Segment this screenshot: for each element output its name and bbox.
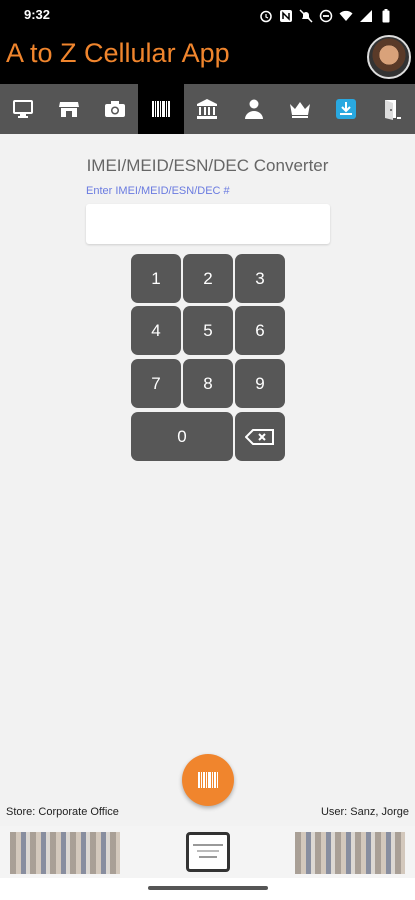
mute-icon (299, 8, 313, 23)
camera-icon (105, 101, 126, 117)
status-bar: 9:32 (0, 0, 415, 32)
key-6[interactable]: 6 (235, 306, 285, 355)
battery-icon (379, 8, 393, 23)
tab-bar (0, 84, 415, 134)
tab-crown[interactable] (277, 84, 323, 134)
download-icon (335, 99, 356, 119)
key-7[interactable]: 7 (131, 359, 181, 408)
app-bar: A to Z Cellular App (0, 32, 415, 82)
signal-icon (359, 8, 373, 22)
tab-camera[interactable] (92, 84, 138, 134)
user-avatar[interactable] (367, 35, 411, 79)
store-label: Store: Corporate Office (6, 806, 119, 818)
tab-barcode[interactable] (138, 84, 185, 134)
team-photo-left (10, 832, 120, 874)
user-label: User: Sanz, Jorge (320, 806, 409, 818)
barcode-icon (198, 772, 218, 788)
tab-exit[interactable] (369, 84, 415, 134)
crown-icon (289, 102, 310, 118)
person-icon (244, 99, 263, 119)
exit-door-icon (384, 100, 401, 120)
team-photo-right (295, 832, 405, 874)
status-time: 9:32 (24, 7, 51, 22)
key-3[interactable]: 3 (235, 254, 285, 303)
dnd-icon (319, 8, 333, 23)
tab-monitor[interactable] (0, 84, 46, 134)
key-4[interactable]: 4 (131, 306, 181, 355)
notification-n-icon (279, 8, 293, 22)
wifi-icon (339, 8, 353, 22)
company-logo[interactable] (186, 832, 230, 872)
barcode-icon (152, 101, 171, 117)
tab-download[interactable] (323, 84, 369, 134)
tab-person[interactable] (231, 84, 277, 134)
bank-icon (197, 99, 218, 119)
backspace-icon (245, 428, 274, 445)
monitor-icon (13, 100, 34, 118)
footer-info: Store: Corporate Office User: Sanz, Jorg… (0, 806, 415, 826)
key-2[interactable]: 2 (183, 254, 233, 303)
tab-bank[interactable] (184, 84, 230, 134)
key-1[interactable]: 1 (131, 254, 181, 303)
home-gesture-handle[interactable] (148, 886, 268, 890)
key-0[interactable]: 0 (131, 412, 233, 461)
tab-store[interactable] (46, 84, 92, 134)
system-nav-bar (0, 878, 415, 900)
alarm-icon (259, 8, 273, 23)
key-9[interactable]: 9 (235, 359, 285, 408)
key-5[interactable]: 5 (183, 306, 233, 355)
app-title: A to Z Cellular App (6, 38, 230, 68)
imei-field-label: Enter IMEI/MEID/ESN/DEC # (86, 185, 230, 197)
imei-input[interactable] (86, 204, 330, 244)
status-icons (259, 8, 393, 23)
key-8[interactable]: 8 (183, 359, 233, 408)
store-icon (59, 102, 80, 117)
page-title: IMEI/MEID/ESN/DEC Converter (86, 156, 329, 175)
scan-barcode-fab[interactable] (182, 754, 234, 806)
converter-screen: IMEI/MEID/ESN/DEC Converter Enter IMEI/M… (0, 134, 415, 826)
backspace-button[interactable] (235, 412, 285, 461)
bottom-banner (0, 826, 415, 878)
